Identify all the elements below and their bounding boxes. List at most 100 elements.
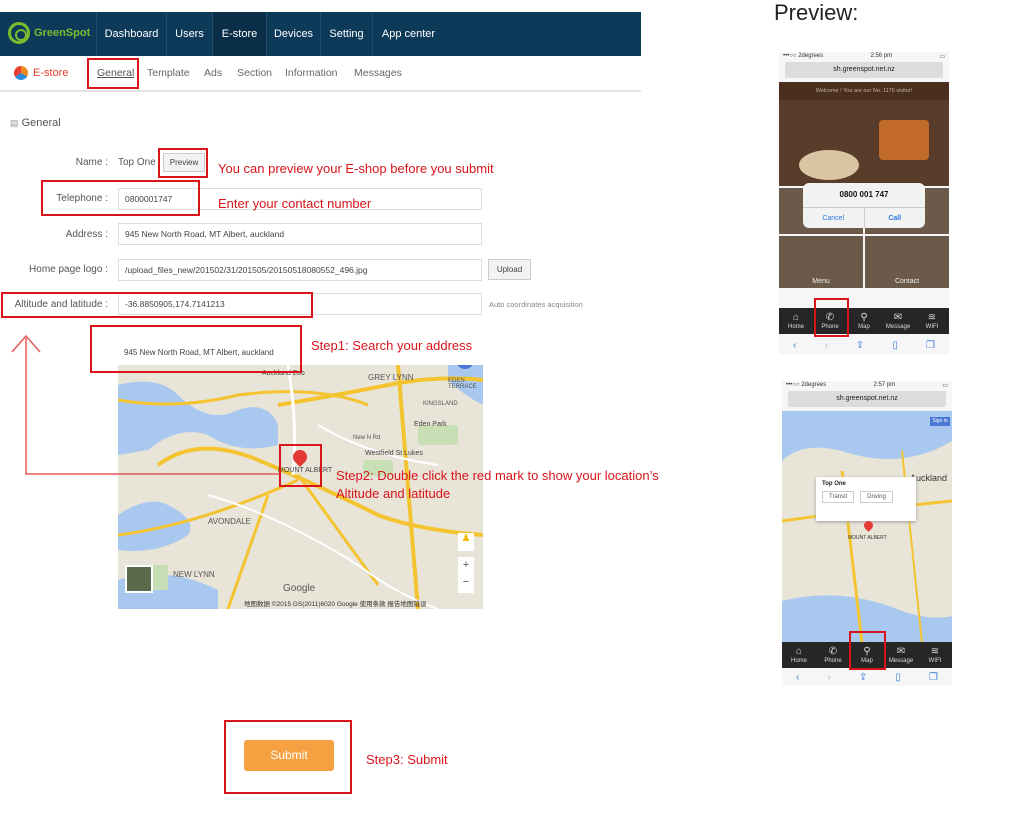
highlight-map-tab [849, 631, 886, 670]
top-navbar: GreenSpot Dashboard Users E-store Device… [0, 12, 641, 56]
dialog-call-button[interactable]: Call [865, 208, 926, 228]
estore-section-label: E-store [33, 67, 69, 79]
tab-wifi-2[interactable]: ≋ WIFI [918, 642, 952, 668]
call-dialog: 0800 001 747 Cancel Call [803, 183, 925, 228]
address-input[interactable]: 945 New North Road, MT Albert, auckland [118, 223, 482, 245]
message-icon-2: ✉ [896, 646, 906, 657]
dialog-cancel-button[interactable]: Cancel [803, 208, 865, 228]
map-label-eden-terrace: EDEN TERRACE [448, 378, 477, 390]
transit-button[interactable]: Transit [822, 491, 855, 503]
zoom-out-icon[interactable]: − [458, 574, 474, 591]
address-label: Address : [65, 229, 108, 240]
popup-title: Top One [822, 481, 846, 487]
document-icon: ▤ [10, 118, 19, 128]
nav-estore[interactable]: E-store [212, 12, 266, 56]
annotation-telephone: Enter your contact number [218, 196, 372, 211]
forward-icon-2[interactable]: › [827, 672, 830, 683]
google-logo: Google [283, 583, 316, 594]
battery-icon-2: ▭ [942, 383, 948, 389]
nav-users[interactable]: Users [166, 12, 212, 56]
tab-message[interactable]: ✉ Message [881, 308, 915, 334]
home-icon-2: ⌂ [795, 646, 803, 657]
hero-image [779, 100, 949, 186]
tab-ads[interactable]: Ads [204, 67, 222, 79]
back-icon-2[interactable]: ‹ [796, 672, 799, 683]
bookmarks-icon[interactable]: ▯ [892, 340, 898, 351]
wifi-icon: ≋ [927, 312, 937, 323]
brand-name: GreenSpot [34, 27, 91, 39]
back-icon[interactable]: ‹ [793, 340, 796, 351]
tab-home[interactable]: ⌂ Home [779, 308, 813, 334]
tile-menu[interactable]: Menu [779, 236, 863, 288]
tab-home-2[interactable]: ⌂ Home [782, 642, 816, 668]
nav-devices[interactable]: Devices [266, 12, 320, 56]
share-icon-2[interactable]: ⇪ [859, 672, 867, 683]
tab-section[interactable]: Section [237, 67, 272, 79]
driving-button[interactable]: Driving [860, 491, 893, 503]
mobile-map[interactable]: Sign in Auckland MOUNT ALBERT Top One Tr… [782, 411, 952, 643]
map-signin-button[interactable]: Sign in [930, 417, 950, 426]
preview-title: Preview: [774, 0, 859, 25]
highlight-coords [1, 292, 313, 318]
tile-contact[interactable]: Contact [865, 236, 949, 288]
zoom-controls[interactable]: + − [458, 557, 474, 593]
map-label-new-n-rd: New N Rd [353, 435, 381, 441]
annotation-step3: Step3: Submit [366, 752, 448, 767]
highlight-general-tab [87, 58, 139, 89]
map-info-popup: Top One Transit Driving [816, 477, 916, 521]
tab-messages[interactable]: Messages [354, 67, 402, 79]
tab-wifi[interactable]: ≋ WIFI [915, 308, 949, 334]
zoom-in-icon[interactable]: + [458, 557, 474, 574]
highlight-phone-tab [814, 298, 849, 337]
coords-hint: Auto coordinates acquisition [489, 300, 583, 309]
brand-logo[interactable]: GreenSpot [8, 22, 90, 44]
estore-icon [14, 66, 28, 80]
step2-arrow [11, 334, 279, 475]
logo-path-input[interactable]: /upload_files_new/201502/31/201505/20150… [118, 259, 482, 281]
carrier-label: •••○○ 2degrees [783, 53, 824, 59]
tab-message-2[interactable]: ✉ Message [884, 642, 918, 668]
map-label-eden-park: Eden Park [414, 421, 447, 428]
name-value: Top One [118, 157, 156, 168]
tab-phone-2[interactable]: ✆ Phone [816, 642, 850, 668]
upload-button[interactable]: Upload [488, 259, 531, 280]
nav-dashboard[interactable]: Dashboard [96, 12, 166, 56]
annotation-step2-line2: Altitude and latitude [336, 486, 451, 501]
status-bar: •••○○ 2degrees 2:56 pm ▭ [779, 52, 949, 62]
time-label-2: 2:57 pm [873, 382, 896, 388]
tabs-icon-2[interactable]: ❐ [929, 672, 938, 683]
app-tab-bar: ⌂ Home ✆ Phone ⚲ Map ✉ Message ≋ WIFI [779, 308, 949, 334]
annotation-preview: You can preview your E-shop before you s… [218, 161, 494, 176]
submit-button[interactable]: Submit [244, 740, 334, 771]
dialog-number: 0800 001 747 [839, 190, 889, 199]
satellite-toggle[interactable] [125, 565, 153, 593]
forward-icon[interactable]: › [824, 340, 827, 351]
tab-map[interactable]: ⚲ Map [847, 308, 881, 334]
pegman-icon[interactable]: ♟ [458, 533, 474, 551]
tab-information[interactable]: Information [285, 67, 338, 79]
map-label-grey-lynn: GREY LYNN [368, 373, 414, 382]
map-label-avondale: AVONDALE [208, 517, 251, 526]
url-bar: sh.greenspot.net.nz [785, 62, 943, 78]
message-icon: ✉ [893, 312, 903, 323]
annotation-step1: Step1: Search your address [311, 338, 473, 353]
safari-toolbar: ‹ › ⇪ ▯ ❐ [779, 336, 949, 354]
general-heading: ▤ General [10, 117, 61, 129]
annotation-step2-line1: Step2: Double click the red mark to show… [336, 468, 659, 483]
highlight-preview [158, 148, 208, 178]
nav-setting[interactable]: Setting [320, 12, 372, 56]
tab-template[interactable]: Template [147, 67, 190, 79]
map-label-mount-albert-2: MOUNT ALBERT [848, 535, 887, 541]
tabs-icon[interactable]: ❐ [926, 340, 935, 351]
time-label: 2:56 pm [870, 53, 893, 59]
bookmarks-icon-2[interactable]: ▯ [895, 672, 901, 683]
map-attribution: 地图数据 ©2015 GS(2011)6020 Google 使用条款 报告地图… [244, 601, 427, 608]
battery-icon: ▭ [939, 54, 945, 60]
map-icon: ⚲ [860, 312, 868, 323]
general-heading-label: General [21, 117, 61, 129]
carrier-label-2: •••○○ 2degrees [786, 382, 827, 388]
status-bar-2: •••○○ 2degrees 2:57 pm ▭ [782, 381, 952, 391]
map-label-new-lynn: NEW LYNN [173, 570, 215, 579]
share-icon[interactable]: ⇪ [856, 340, 864, 351]
nav-app-center[interactable]: App center [372, 12, 444, 56]
